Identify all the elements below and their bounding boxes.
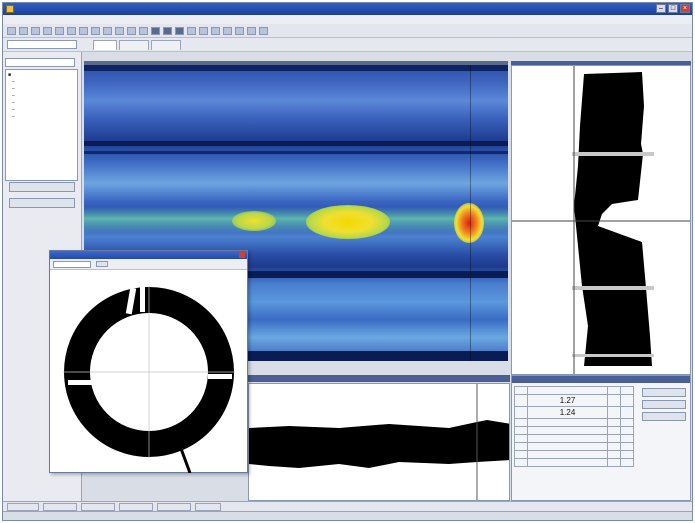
redo-icon[interactable] [103,26,112,35]
footer-bar [3,511,692,520]
menu-item[interactable] [67,15,79,24]
layers-icon[interactable] [235,26,244,35]
tree-item[interactable]: ■ [8,72,75,79]
cross-section-select[interactable] [53,261,91,268]
copy-icon[interactable] [67,26,76,35]
sidebar-button-1[interactable] [9,182,75,192]
print-icon[interactable] [43,26,52,35]
zoom-in-icon[interactable] [115,26,124,35]
window-controls: – □ × [656,4,690,13]
close-button[interactable]: × [680,4,690,13]
heat-spot [306,205,390,239]
wall-profile-view[interactable] [511,65,691,375]
menu-item[interactable] [135,15,149,24]
paste-icon[interactable] [79,26,88,35]
cross-section-toolbar [50,259,247,270]
table-row [514,426,634,435]
tree-item[interactable]: – [8,79,75,86]
grid-icon[interactable] [187,26,196,35]
measure-icon[interactable] [211,26,220,35]
heat-spot [232,211,276,231]
settings-icon[interactable] [247,26,256,35]
tab-3[interactable] [151,40,181,50]
tree-view[interactable]: ■ – – – – – – [5,69,78,181]
title-bar[interactable]: – □ × [3,3,692,15]
table-row [514,418,634,427]
table-row [514,386,634,395]
cross-section-plot [63,286,235,473]
chart-icon[interactable] [223,26,232,35]
status-field [195,503,221,511]
tree-item[interactable]: – [8,100,75,107]
statistics-panel: 1.27 1.24 [511,375,691,501]
menu-item[interactable] [9,15,21,24]
cross-section-titlebar[interactable] [50,251,247,259]
tab-2[interactable] [119,40,149,50]
status-bar [3,501,692,511]
wall-profile-plot [512,66,690,374]
status-field [157,503,191,511]
menu-item[interactable] [87,15,105,24]
zoom-out-icon[interactable] [127,26,136,35]
tree-item[interactable]: – [8,114,75,121]
pan-icon[interactable] [139,26,148,35]
status-field [43,503,77,511]
menu-item[interactable] [47,15,59,24]
menu-item[interactable] [29,15,39,24]
cursor-line [470,65,471,361]
help-icon[interactable] [259,26,268,35]
menu-item[interactable] [157,15,167,24]
statistics-table: 1.27 1.24 [514,386,634,467]
minimize-button[interactable]: – [656,4,666,13]
trace-titlebar [248,375,510,382]
new-file-icon[interactable] [7,26,16,35]
step-icon[interactable] [175,26,184,35]
table-row: 1.24 [514,406,634,419]
table-row: 1.27 [514,394,634,407]
table-row [514,442,634,451]
sidebar-button-2[interactable] [9,198,75,208]
table-row [514,450,634,459]
status-field [81,503,115,511]
stop-icon[interactable] [163,26,172,35]
view-select[interactable] [7,40,77,49]
ruler-icon[interactable] [199,26,208,35]
cross-section-tool[interactable] [96,261,108,267]
app-icon [6,5,14,13]
menu-item[interactable] [113,15,127,24]
status-field [119,503,153,511]
heat-spot [454,203,484,243]
statistics-titlebar [512,376,690,383]
cross-section-window[interactable] [49,250,248,473]
tab-1[interactable] [93,40,117,50]
tree-item[interactable]: – [8,107,75,114]
stats-button-1[interactable] [642,388,686,397]
tree-item[interactable]: – [8,93,75,100]
stats-button-3[interactable] [642,412,686,421]
close-icon[interactable] [239,252,245,258]
open-folder-icon[interactable] [19,26,28,35]
menu-bar [3,15,692,24]
cut-icon[interactable] [55,26,64,35]
toolbar [3,24,692,38]
save-icon[interactable] [31,26,40,35]
tab-row [3,38,692,52]
stats-button-2[interactable] [642,400,686,409]
tree-item[interactable]: – [8,86,75,93]
maximize-button[interactable]: □ [668,4,678,13]
play-icon[interactable] [151,26,160,35]
status-field [7,503,39,511]
app-window: – □ × ■ – – – – – – 1.27 1.24 [2,2,693,521]
table-row [514,458,634,467]
sidebar-select[interactable] [5,58,75,67]
trace-plot [249,384,509,500]
trace-view[interactable] [248,383,510,501]
undo-icon[interactable] [91,26,100,35]
table-row [514,434,634,443]
